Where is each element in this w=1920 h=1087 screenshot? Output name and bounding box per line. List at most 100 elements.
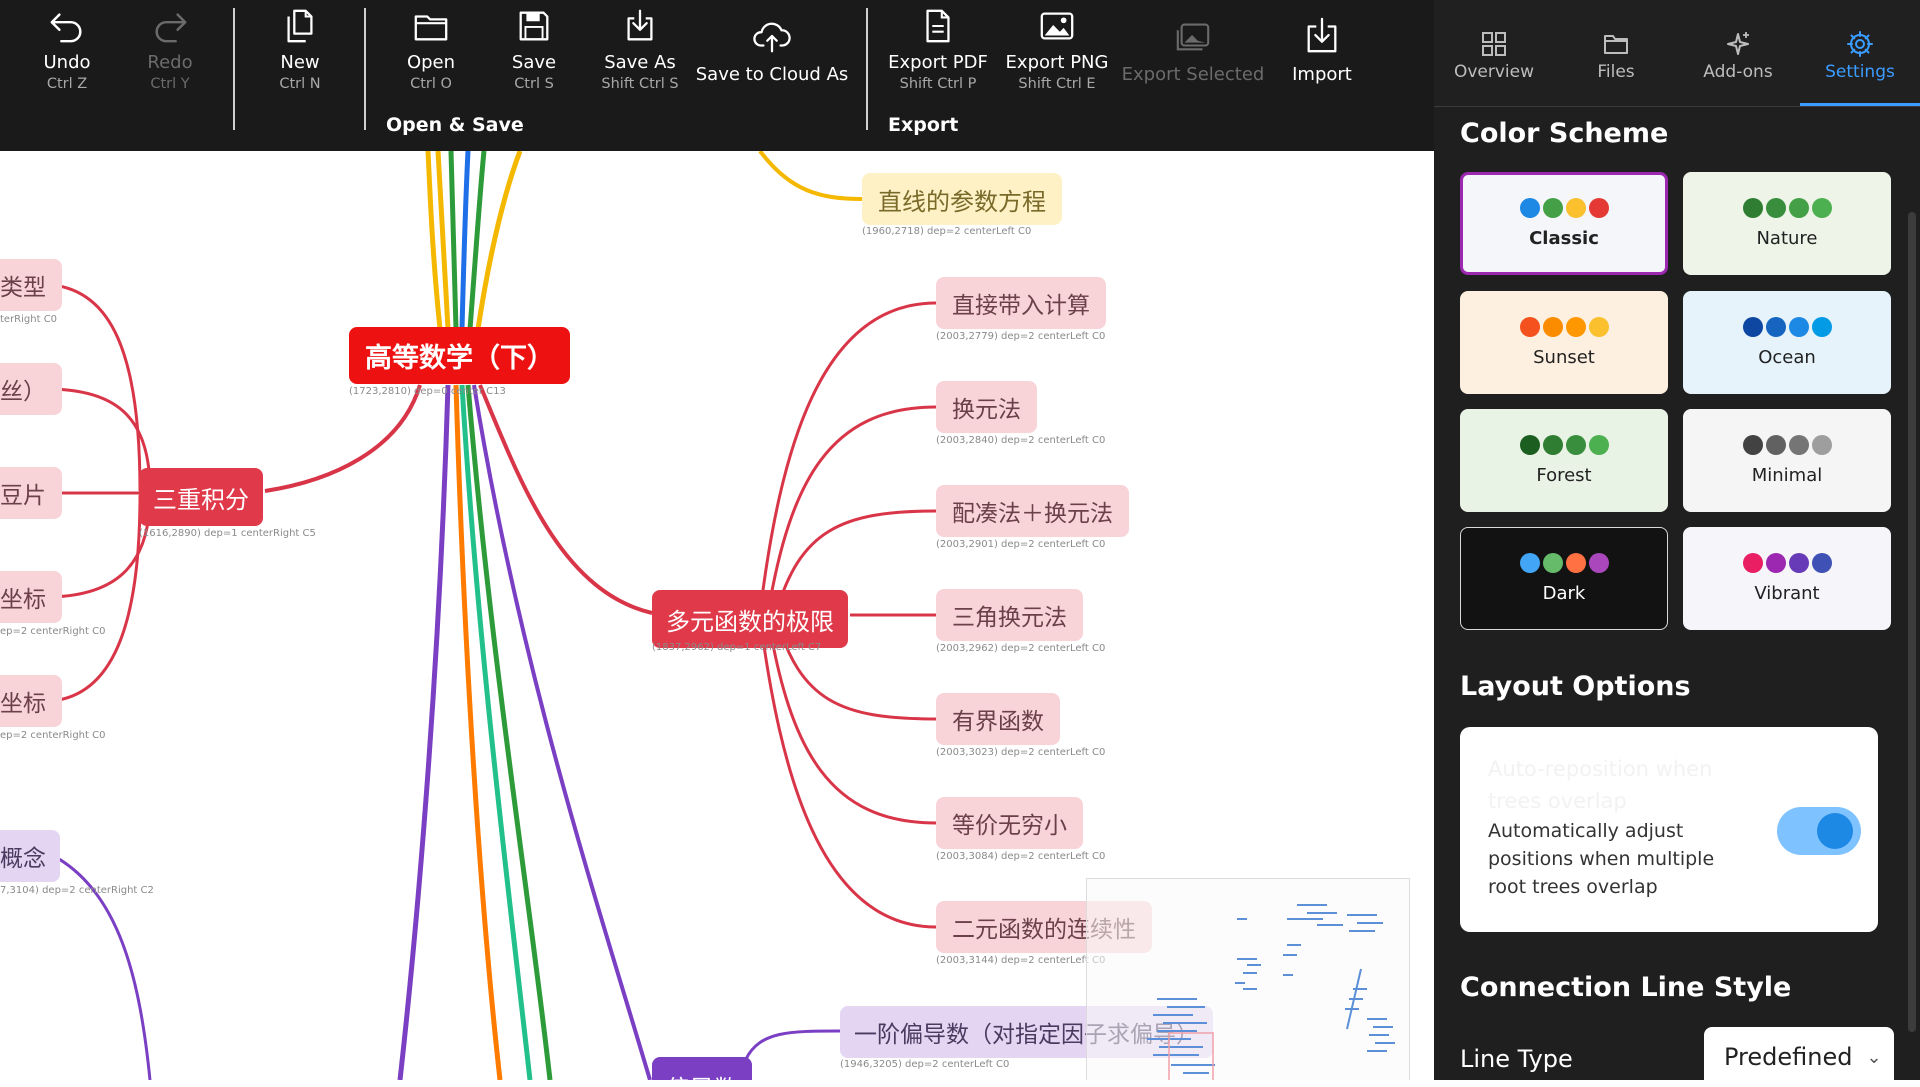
new-shortcut: Ctrl N xyxy=(279,74,320,94)
import-button[interactable]: Import xyxy=(1282,0,1362,105)
node-meta: (2003,3023) dep=2 centerLeft C0 xyxy=(936,747,1105,758)
minimap[interactable] xyxy=(1086,878,1410,1080)
mindmap-node[interactable]: 多元函数的极限 xyxy=(652,590,848,648)
node-meta: (1960,2718) dep=2 centerLeft C0 xyxy=(862,226,1031,237)
new-document-icon xyxy=(281,6,319,46)
save-to-cloud-label: Save to Cloud As xyxy=(696,64,849,86)
mindmap-node[interactable]: 等价无穷小 xyxy=(936,797,1083,849)
scheme-card-ocean[interactable]: Ocean xyxy=(1683,291,1891,394)
export-png-button[interactable]: Export PNG Shift Ctrl E xyxy=(1007,0,1107,105)
mindmap-node[interactable]: 概念 xyxy=(0,830,60,882)
mindmap-node[interactable]: 坐标 xyxy=(0,675,62,727)
download-save-icon xyxy=(621,6,659,46)
node-text: 坐标 xyxy=(0,684,46,718)
mindmap-node[interactable]: 偏导数 xyxy=(652,1057,752,1080)
scheme-swatches xyxy=(1520,317,1609,337)
scheme-name: Sunset xyxy=(1533,347,1595,368)
undo-button[interactable]: Undo Ctrl Z xyxy=(27,0,107,105)
connection-line xyxy=(52,285,140,491)
scheme-name: Ocean xyxy=(1758,347,1816,368)
save-button[interactable]: Save Ctrl S xyxy=(494,0,574,105)
document-icon xyxy=(919,6,957,46)
node-meta: (1946,3205) dep=2 centerLeft C0 xyxy=(840,1059,1009,1070)
open-button[interactable]: Open Ctrl O xyxy=(391,0,471,105)
mindmap-node[interactable]: 直线的参数方程 xyxy=(862,173,1062,225)
scheme-swatches xyxy=(1743,198,1832,218)
tab-addons[interactable]: Add-ons xyxy=(1678,0,1798,106)
swatch-dot xyxy=(1520,317,1540,337)
export-pdf-button[interactable]: Export PDF Shift Ctrl P xyxy=(888,0,988,105)
node-text: 多元函数的极限 xyxy=(666,602,834,637)
tab-settings[interactable]: Settings xyxy=(1800,0,1920,106)
open-label: Open xyxy=(407,52,455,74)
swatch-dot xyxy=(1589,553,1609,573)
save-shortcut: Ctrl S xyxy=(514,74,554,94)
node-text: 配凑法＋换元法 xyxy=(952,494,1113,528)
undo-label: Undo xyxy=(43,52,90,74)
swatch-dot xyxy=(1589,317,1609,337)
export-selected-label: Export Selected xyxy=(1122,64,1265,86)
swatch-dot xyxy=(1766,198,1786,218)
mindmap-node[interactable]: 有界函数 xyxy=(936,693,1060,745)
node-text: 三角换元法 xyxy=(952,598,1067,632)
auto-reposition-card: Auto-reposition when trees overlap Autom… xyxy=(1460,727,1878,932)
mindmap-node[interactable]: 三重积分 xyxy=(139,468,263,526)
mindmap-node[interactable]: 坐标 xyxy=(0,571,62,623)
tab-files[interactable]: Files xyxy=(1556,0,1676,106)
folder-open-icon xyxy=(412,6,450,46)
node-meta: ep=2 centerRight C0 xyxy=(0,626,105,637)
node-meta: (1616,2890) dep=1 centerRight C5 xyxy=(139,528,316,539)
mindmap-canvas[interactable]: 直线的参数方程 (1960,2718) dep=2 centerLeft C0 … xyxy=(0,151,1434,1080)
scheme-card-minimal[interactable]: Minimal xyxy=(1683,409,1891,512)
auto-reposition-description: Automatically adjust positions when mult… xyxy=(1488,817,1758,901)
connection-line xyxy=(478,151,520,329)
save-as-button[interactable]: Save As Shift Ctrl S xyxy=(590,0,690,105)
ribbon-toolbar: Undo Ctrl Z Redo Ctrl Y New Ctrl N Open … xyxy=(0,0,1434,151)
connection-line xyxy=(760,303,936,613)
mindmap-node[interactable]: 三角换元法 xyxy=(936,589,1083,641)
mindmap-node[interactable]: 类型 xyxy=(0,259,62,311)
node-text: 有界函数 xyxy=(952,702,1044,736)
export-selected-button[interactable]: Export Selected xyxy=(1128,0,1258,105)
node-text: 偏导数 xyxy=(666,1069,738,1081)
scheme-name: Vibrant xyxy=(1754,583,1819,604)
redo-label: Redo xyxy=(147,52,192,74)
save-to-cloud-button[interactable]: Save to Cloud As xyxy=(695,0,849,105)
swatch-dot xyxy=(1520,553,1540,573)
open-save-group-label: Open & Save xyxy=(386,114,524,136)
line-type-select[interactable]: Predefined ⌄ xyxy=(1704,1027,1894,1087)
swatch-dot xyxy=(1743,435,1763,455)
scheme-card-vibrant[interactable]: Vibrant xyxy=(1683,527,1891,630)
swatch-dot xyxy=(1520,435,1540,455)
mindmap-node[interactable]: 配凑法＋换元法 xyxy=(936,485,1129,537)
layout-options-title: Layout Options xyxy=(1460,671,1691,702)
swatch-dot xyxy=(1566,435,1586,455)
swatch-dot xyxy=(1543,553,1563,573)
swatch-dot xyxy=(1566,553,1586,573)
scheme-card-dark[interactable]: Dark xyxy=(1460,527,1668,630)
mindmap-node[interactable]: 豆片 xyxy=(0,467,62,519)
scheme-card-nature[interactable]: Nature xyxy=(1683,172,1891,275)
toggle-knob xyxy=(1817,813,1853,849)
node-meta: (2003,3084) dep=2 centerLeft C0 xyxy=(936,851,1105,862)
scheme-card-classic[interactable]: Classic xyxy=(1460,172,1668,275)
new-button[interactable]: New Ctrl N xyxy=(260,0,340,105)
node-text: 直线的参数方程 xyxy=(878,182,1046,217)
new-label: New xyxy=(280,52,319,74)
tab-overview[interactable]: Overview xyxy=(1434,0,1554,106)
node-meta: (1837,2962) dep=1 centerLeft C7 xyxy=(652,642,821,653)
panel-tab-bar: Overview Files Add-ons Settings xyxy=(1434,0,1920,107)
scheme-card-forest[interactable]: Forest xyxy=(1460,409,1668,512)
mindmap-root-node[interactable]: 高等数学（下） xyxy=(349,327,570,384)
toolbar-separator xyxy=(364,8,366,130)
mindmap-node[interactable]: 换元法 xyxy=(936,381,1037,433)
auto-reposition-toggle[interactable] xyxy=(1777,807,1861,855)
redo-button[interactable]: Redo Ctrl Y xyxy=(130,0,210,105)
line-type-label: Line Type xyxy=(1460,1045,1573,1073)
panel-scrollbar[interactable] xyxy=(1908,212,1916,1032)
mindmap-node[interactable]: 丝） xyxy=(0,363,62,415)
scheme-card-sunset[interactable]: Sunset xyxy=(1460,291,1668,394)
mindmap-node[interactable]: 直接带入计算 xyxy=(936,277,1106,329)
node-meta: (1723,2810) dep=0 center C13 xyxy=(349,386,506,397)
connection-line xyxy=(468,385,550,1080)
